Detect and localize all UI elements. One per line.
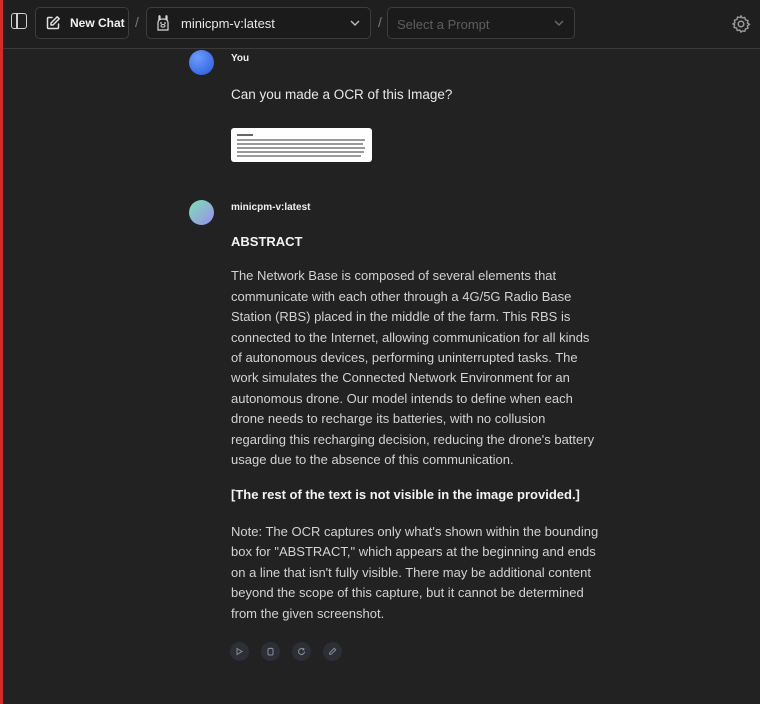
gear-icon[interactable] xyxy=(731,14,751,34)
response-heading: ABSTRACT xyxy=(231,234,303,249)
sidebar-toggle-icon[interactable] xyxy=(11,13,27,29)
message-actions xyxy=(230,642,342,661)
model-name: minicpm-v:latest xyxy=(181,15,275,31)
model-select[interactable]: minicpm-v:latest xyxy=(146,7,371,39)
edit-icon xyxy=(329,647,337,655)
new-chat-button[interactable]: New Chat xyxy=(35,7,129,39)
response-paragraph: The Network Base is composed of several … xyxy=(231,268,595,468)
prompt-select-placeholder: Select a Prompt xyxy=(397,17,490,32)
regenerate-icon xyxy=(298,648,306,655)
prompt-select[interactable]: Select a Prompt xyxy=(387,7,575,39)
new-chat-label: New Chat xyxy=(70,16,125,30)
top-bar: New Chat / minicpm-v:latest / Select a P… xyxy=(3,0,760,49)
model-avatar xyxy=(189,200,214,225)
llama-icon xyxy=(157,15,169,31)
model-response: ABSTRACT The Network Base is composed of… xyxy=(231,232,601,624)
copy-icon xyxy=(267,647,274,656)
copy-button[interactable] xyxy=(261,642,280,661)
regenerate-button[interactable] xyxy=(292,642,311,661)
edit-button[interactable] xyxy=(323,642,342,661)
speak-button[interactable] xyxy=(230,642,249,661)
chevron-down-icon xyxy=(554,20,564,26)
app-window: New Chat / minicpm-v:latest / Select a P… xyxy=(0,0,760,704)
edit-icon xyxy=(46,16,60,30)
breadcrumb-separator-2: / xyxy=(378,14,382,30)
model-sender-name: minicpm-v:latest xyxy=(231,202,311,213)
attached-image-thumbnail[interactable] xyxy=(231,128,372,162)
breadcrumb-separator: / xyxy=(135,14,139,30)
response-bold-note: [The rest of the text is not visible in … xyxy=(231,487,580,503)
user-sender-name: You xyxy=(231,53,250,64)
response-note: Note: The OCR captures only what's shown… xyxy=(231,523,599,621)
speak-icon xyxy=(236,647,243,656)
user-avatar xyxy=(189,50,214,75)
user-message-text: Can you made a OCR of this Image? xyxy=(231,87,453,102)
chevron-down-icon xyxy=(350,20,360,26)
